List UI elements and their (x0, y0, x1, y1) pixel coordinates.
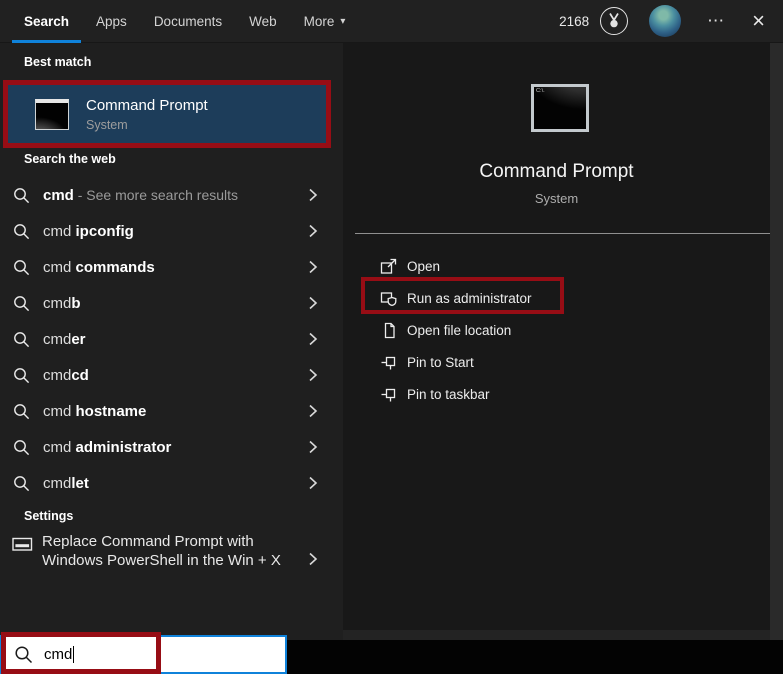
suggestion-text: cmd administrator (43, 438, 172, 456)
tab-more[interactable]: More ▾ (304, 0, 346, 42)
preview-app-title: Command Prompt (479, 161, 634, 182)
user-avatar[interactable] (649, 5, 682, 37)
command-prompt-icon (35, 98, 69, 130)
best-match-result[interactable]: Command Prompt System (3, 80, 331, 148)
best-match-subtitle: System (86, 117, 128, 132)
taskbar-search-input[interactable]: cmd (0, 635, 287, 674)
action-pin-to-start[interactable]: Pin to Start (343, 346, 770, 378)
divider (355, 233, 770, 234)
close-icon[interactable]: × (752, 10, 765, 32)
pin-icon (381, 356, 396, 369)
tab-search[interactable]: Search (12, 0, 82, 43)
search-icon (14, 439, 30, 455)
open-icon (380, 258, 397, 274)
suggestion-text: cmder (43, 330, 86, 348)
web-suggestion-row[interactable]: cmd ipconfig (0, 213, 343, 249)
chevron-right-icon[interactable] (308, 404, 318, 418)
chevron-down-icon: ▾ (340, 15, 346, 27)
web-suggestion-row[interactable]: cmd administrator (0, 429, 343, 465)
search-icon (14, 295, 30, 311)
pin-icon (381, 388, 396, 401)
suggestion-text: cmdb (43, 294, 81, 312)
action-menu: Open Run as administrator Open file loca… (343, 250, 770, 410)
search-icon (14, 475, 30, 491)
suggestion-text: cmdlet (43, 474, 89, 492)
chevron-right-icon[interactable] (308, 552, 318, 566)
action-open-file-location[interactable]: Open file location (343, 314, 770, 346)
more-options-icon[interactable]: ⋯ (707, 11, 725, 31)
best-match-title: Command Prompt (86, 96, 208, 114)
best-match-text: Command Prompt System (86, 97, 208, 132)
search-icon (14, 367, 30, 383)
settings-result-row[interactable]: Replace Command Prompt with Windows Powe… (0, 530, 343, 588)
command-prompt-large-icon: C:\. (531, 84, 589, 132)
web-suggestion-row[interactable]: cmd commands (0, 249, 343, 285)
tab-web[interactable]: Web (249, 0, 277, 42)
chevron-right-icon[interactable] (308, 188, 318, 202)
web-suggestion-list: cmd - See more search results cmd ipconf… (0, 177, 343, 501)
chevron-right-icon[interactable] (308, 296, 318, 310)
tab-documents[interactable]: Documents (154, 0, 222, 42)
chevron-right-icon[interactable] (308, 368, 318, 382)
action-run-as-administrator[interactable]: Run as administrator (343, 282, 770, 314)
search-icon (14, 223, 30, 239)
file-location-icon (384, 322, 395, 338)
suggestion-text: cmd hostname (43, 402, 147, 420)
preview-panel: C:\. Command Prompt System Open Run as a… (343, 43, 770, 630)
settings-result-text: Replace Command Prompt with Windows Powe… (42, 533, 281, 569)
preview-app-subtitle: System (534, 191, 579, 206)
topbar-right: 2168 ⋯ × (559, 5, 783, 37)
web-suggestion-row[interactable]: cmdcd (0, 357, 343, 393)
web-suggestion-row[interactable]: cmder (0, 321, 343, 357)
chevron-right-icon[interactable] (308, 224, 318, 238)
web-suggestion-row[interactable]: cmd - See more search results (0, 177, 343, 213)
chevron-right-icon[interactable] (308, 440, 318, 454)
best-match-section-label: Best match (24, 55, 92, 69)
search-icon (14, 403, 30, 419)
search-icon (15, 646, 33, 664)
text-cursor (73, 646, 75, 663)
web-suggestion-row[interactable]: cmdb (0, 285, 343, 321)
run-as-admin-shield-icon (380, 291, 397, 306)
search-icon (14, 331, 30, 347)
search-web-section-label: Search the web (24, 152, 116, 166)
action-pin-to-taskbar[interactable]: Pin to taskbar (343, 378, 770, 410)
suggestion-text: cmd - See more search results (43, 186, 239, 204)
chevron-right-icon[interactable] (308, 260, 318, 274)
tab-apps[interactable]: Apps (96, 0, 127, 42)
active-tab-underline (12, 40, 82, 43)
background-bottom-strip (343, 630, 770, 640)
search-topbar: Search Apps Documents Web More ▾ 2168 ⋯ … (0, 0, 783, 43)
search-query-text: cmd (44, 646, 73, 663)
settings-section-label: Settings (24, 509, 74, 523)
suggestion-text: cmd commands (43, 258, 155, 276)
background-edge-strip (770, 43, 783, 640)
search-icon (14, 187, 30, 203)
web-suggestion-row[interactable]: cmd hostname (0, 393, 343, 429)
web-suggestion-row[interactable]: cmdlet (0, 465, 343, 501)
rewards-points: 2168 (559, 13, 590, 29)
search-tabs: Search Apps Documents Web More ▾ (0, 0, 346, 43)
search-results-panel: Best match Command Prompt System Search … (0, 43, 343, 640)
settings-window-icon (12, 537, 33, 551)
suggestion-text: cmd ipconfig (43, 222, 134, 240)
search-icon (14, 259, 30, 275)
rewards-medal-icon[interactable] (600, 7, 629, 35)
action-open[interactable]: Open (343, 250, 770, 282)
chevron-right-icon[interactable] (308, 332, 318, 346)
suggestion-text: cmdcd (43, 366, 89, 384)
chevron-right-icon[interactable] (308, 476, 318, 490)
